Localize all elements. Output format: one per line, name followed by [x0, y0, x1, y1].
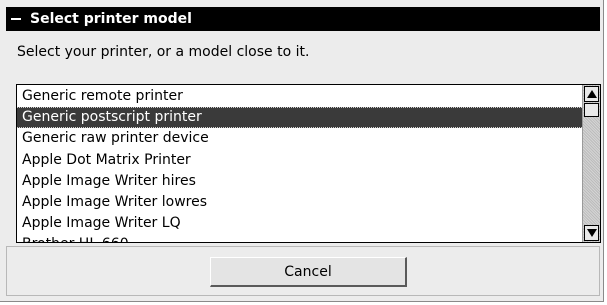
window-title: Select printer model — [30, 11, 192, 27]
select-printer-dialog: Select printer model Select your printer… — [0, 0, 604, 302]
prompt-text: Select your printer, or a model close to… — [17, 44, 310, 60]
scroll-up-button[interactable] — [584, 86, 599, 102]
cancel-button[interactable]: Cancel — [210, 257, 407, 287]
list-item[interactable]: Generic remote printer — [17, 86, 582, 107]
title-bar[interactable]: Select printer model — [6, 7, 600, 31]
list-scrollbar[interactable] — [582, 85, 600, 242]
scroll-thumb[interactable] — [584, 103, 599, 117]
scroll-down-button[interactable] — [584, 225, 599, 241]
list-item[interactable]: Apple Image Writer hires — [17, 171, 582, 192]
list-item[interactable]: Brother HL-660 — [17, 234, 582, 242]
triangle-down-icon — [587, 229, 597, 237]
list-item[interactable]: Apple Dot Matrix Printer — [17, 150, 582, 171]
button-area: Cancel — [6, 246, 600, 296]
printer-model-items: Generic remote printer Generic postscript… — [17, 86, 582, 242]
list-item-selected[interactable]: Generic postscript printer — [17, 107, 582, 129]
window-menu-icon[interactable] — [11, 18, 21, 20]
list-item[interactable]: Generic raw printer device — [17, 128, 582, 149]
list-item[interactable]: Apple Image Writer LQ — [17, 213, 582, 234]
list-item[interactable]: Apple Image Writer lowres — [17, 192, 582, 213]
triangle-up-icon — [587, 90, 597, 98]
printer-model-list[interactable]: Generic remote printer Generic postscript… — [16, 84, 601, 243]
